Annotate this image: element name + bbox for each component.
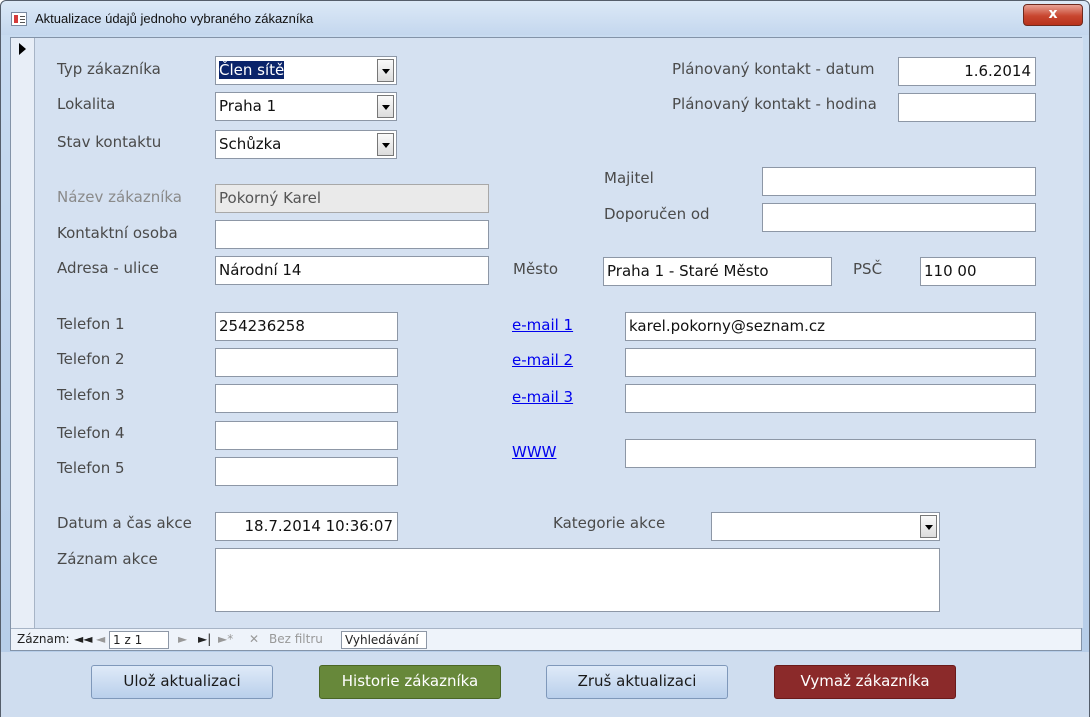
- filter-icon[interactable]: ✕: [249, 632, 259, 646]
- email-2-link[interactable]: e-mail 2: [512, 351, 573, 369]
- mesto-field[interactable]: Praha 1 - Staré Město: [603, 257, 832, 286]
- label-kategorie-akce: Kategorie akce: [553, 514, 666, 532]
- label-planovany-kontakt-hodina: Plánovaný kontakt - hodina: [672, 95, 877, 113]
- record-navigation-bar: Záznam: ◄◄ ◄ 1 z 1 ► ►| ►* ✕ Bez filtru …: [11, 628, 1081, 650]
- psc-field[interactable]: 110 00: [920, 257, 1036, 286]
- lokalita-value: Praha 1: [219, 97, 277, 115]
- next-record-icon[interactable]: ►: [178, 632, 187, 646]
- doporucen-od-field[interactable]: [762, 203, 1036, 232]
- www-field[interactable]: [625, 439, 1036, 468]
- label-typ-zakaznika: Typ zákazníka: [57, 60, 161, 78]
- chevron-down-icon[interactable]: [377, 95, 394, 118]
- record-label: Záznam:: [17, 632, 70, 646]
- previous-record-icon[interactable]: ◄: [96, 632, 105, 646]
- new-record-icon[interactable]: ►*: [218, 632, 233, 646]
- search-input[interactable]: Vyhledávání: [341, 631, 427, 649]
- label-doporucen-od: Doporučen od: [604, 205, 710, 223]
- record-position-input[interactable]: 1 z 1: [109, 631, 169, 649]
- planovany-kontakt-datum-field[interactable]: 1.6.2014: [898, 57, 1036, 86]
- email-1-field[interactable]: karel.pokorny@seznam.cz: [625, 312, 1036, 341]
- close-button[interactable]: x: [1023, 4, 1083, 26]
- zaznam-akce-textarea[interactable]: [215, 548, 940, 612]
- filter-toggle[interactable]: Bez filtru: [269, 632, 323, 646]
- email-2-field[interactable]: [625, 348, 1036, 377]
- title-bar: Aktualizace údajů jednoho vybraného záka…: [1, 1, 1089, 35]
- delete-customer-button[interactable]: Vymaž zákazníka: [774, 665, 956, 699]
- label-planovany-kontakt-datum: Plánovaný kontakt - datum: [672, 60, 875, 78]
- telefon-2-field[interactable]: [215, 348, 398, 377]
- label-mesto: Město: [513, 260, 559, 278]
- www-link[interactable]: WWW: [512, 443, 557, 461]
- label-majitel: Majitel: [604, 169, 654, 187]
- datum-cas-akce-field[interactable]: 18.7.2014 10:36:07: [215, 512, 398, 541]
- label-kontaktni-osoba: Kontaktní osoba: [57, 224, 178, 242]
- label-zaznam-akce: Záznam akce: [57, 550, 158, 568]
- customer-history-button[interactable]: Historie zákazníka: [319, 665, 501, 699]
- telefon-3-field[interactable]: [215, 384, 398, 413]
- planovany-kontakt-hodina-field[interactable]: [898, 93, 1036, 122]
- adresa-ulice-field[interactable]: Národní 14: [215, 256, 489, 285]
- label-telefon-3: Telefon 3: [57, 386, 125, 404]
- stav-kontaktu-value: Schůzka: [219, 135, 282, 153]
- form-client-area: Typ zákazníka Člen sítě Lokalita Praha 1…: [10, 37, 1083, 651]
- label-psc: PSČ: [853, 260, 883, 278]
- email-3-field[interactable]: [625, 384, 1036, 413]
- chevron-down-icon[interactable]: [920, 515, 937, 538]
- telefon-5-field[interactable]: [215, 457, 398, 486]
- record-selector[interactable]: [11, 38, 35, 628]
- lokalita-combo[interactable]: Praha 1: [215, 92, 397, 121]
- chevron-down-icon[interactable]: [377, 133, 394, 156]
- form-detail: Typ zákazníka Člen sítě Lokalita Praha 1…: [36, 38, 1083, 628]
- majitel-field[interactable]: [762, 167, 1036, 196]
- nazev-zakaznika-field[interactable]: Pokorný Karel: [215, 184, 489, 213]
- chevron-down-icon[interactable]: [377, 59, 394, 82]
- typ-zakaznika-combo[interactable]: Člen sítě: [215, 56, 397, 85]
- label-adresa-ulice: Adresa - ulice: [57, 259, 159, 277]
- label-datum-cas-akce: Datum a čas akce: [57, 514, 192, 532]
- cancel-update-button[interactable]: Zruš aktualizaci: [546, 665, 728, 699]
- label-telefon-2: Telefon 2: [57, 350, 125, 368]
- window-title: Aktualizace údajů jednoho vybraného záka…: [35, 11, 314, 26]
- telefon-1-field[interactable]: 254236258: [215, 312, 398, 341]
- last-record-icon[interactable]: ►|: [198, 632, 211, 646]
- label-lokalita: Lokalita: [57, 95, 116, 113]
- form-icon: [11, 12, 27, 26]
- first-record-icon[interactable]: ◄◄: [74, 632, 92, 646]
- email-3-link[interactable]: e-mail 3: [512, 388, 573, 406]
- label-telefon-1: Telefon 1: [57, 315, 125, 333]
- kontaktni-osoba-field[interactable]: [215, 220, 489, 249]
- typ-zakaznika-value: Člen sítě: [219, 61, 285, 79]
- label-stav-kontaktu: Stav kontaktu: [57, 133, 162, 151]
- telefon-4-field[interactable]: [215, 421, 398, 450]
- label-telefon-5: Telefon 5: [57, 459, 125, 477]
- stav-kontaktu-combo[interactable]: Schůzka: [215, 130, 397, 159]
- kategorie-akce-combo[interactable]: [711, 512, 940, 541]
- label-telefon-4: Telefon 4: [57, 424, 125, 442]
- save-update-button[interactable]: Ulož aktualizaci: [91, 665, 273, 699]
- current-record-arrow-icon: [19, 43, 26, 55]
- label-nazev-zakaznika: Název zákazníka: [57, 188, 183, 206]
- email-1-link[interactable]: e-mail 1: [512, 316, 573, 334]
- form-window: Aktualizace údajů jednoho vybraného záka…: [0, 0, 1090, 717]
